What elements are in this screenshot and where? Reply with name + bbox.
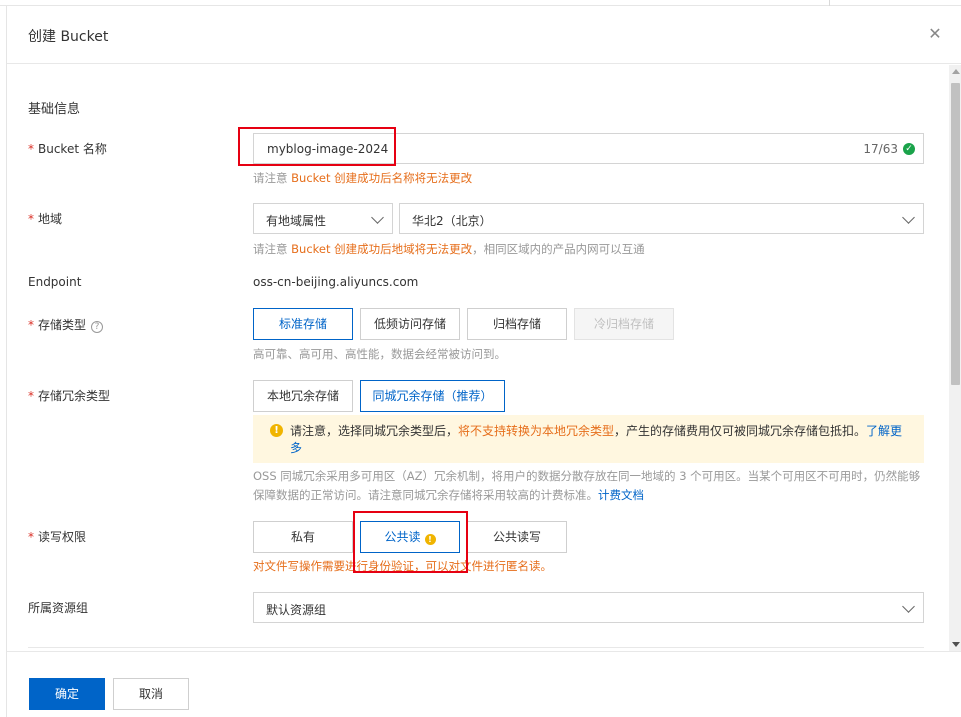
warning-icon: !	[424, 534, 436, 545]
scroll-down-icon[interactable]	[952, 642, 960, 647]
region-hint: 请注意 Bucket 创建成功后地域将无法更改，相同区域内的产品内网可以互通	[253, 242, 645, 256]
warning-icon: !	[270, 424, 283, 437]
storage-class-ia[interactable]: 低频访问存储	[360, 308, 460, 340]
resource-group-select[interactable]: 默认资源组	[253, 592, 924, 623]
region-hint-warning: Bucket 创建成功后地域将无法更改	[291, 242, 473, 256]
redundancy-lrs[interactable]: 本地冗余存储	[253, 380, 353, 412]
required-star: *	[28, 318, 34, 332]
dialog-header: 创建 Bucket ✕	[7, 6, 961, 64]
required-star: *	[28, 212, 34, 226]
storage-class-label: * 存储类型?	[28, 316, 104, 333]
acl-public-read-write[interactable]: 公共读写	[467, 521, 567, 553]
endpoint-value: oss-cn-beijing.aliyuncs.com	[253, 275, 419, 289]
help-icon[interactable]: ?	[91, 321, 104, 333]
acl-private[interactable]: 私有	[253, 521, 353, 553]
scroll-up-icon[interactable]	[952, 69, 960, 74]
required-star: *	[28, 389, 34, 403]
bucket-name-label: * Bucket 名称	[28, 142, 107, 156]
billing-doc-link[interactable]: 计费文档	[598, 488, 644, 502]
redundancy-notice-text: 请注意，选择同城冗余类型后，将不支持转换为本地冗余类型，产生的存储费用仅可被同城…	[290, 424, 903, 455]
dialog-footer: 确定 取消	[7, 651, 961, 717]
redundancy-label: * 存储冗余类型	[28, 389, 111, 403]
required-star: *	[28, 530, 34, 544]
cancel-button[interactable]: 取消	[113, 678, 189, 710]
bucket-name-hint: 请注意 Bucket 创建成功后名称将无法更改	[253, 171, 473, 185]
acl-label: * 读写权限	[28, 530, 87, 544]
create-bucket-dialog: 创建 Bucket ✕ 基础信息 * Bucket 名称 myblog-image…	[6, 6, 961, 717]
bucket-name-value: myblog-image-2024	[267, 142, 389, 156]
check-circle-icon: ✓	[903, 143, 915, 155]
resource-group-value: 默认资源组	[266, 603, 327, 617]
bucket-name-hint-warning: Bucket 创建成功后名称将无法更改	[291, 171, 473, 185]
dialog-title: 创建 Bucket	[28, 29, 109, 45]
region-attribute-value: 有地域属性	[266, 214, 327, 228]
required-star: *	[28, 142, 34, 156]
redundancy-zrs[interactable]: 同城冗余存储（推荐）	[360, 380, 505, 412]
acl-public-read[interactable]: 公共读!	[360, 521, 460, 553]
dialog-body: 基础信息 * Bucket 名称 myblog-image-2024 17/63 …	[7, 65, 949, 651]
vertical-scrollbar[interactable]	[949, 65, 961, 651]
section-title-basic-info: 基础信息	[28, 102, 81, 117]
chevron-down-icon	[902, 600, 915, 613]
section-divider	[28, 647, 924, 648]
scrollbar-thumb[interactable]	[951, 83, 960, 385]
endpoint-label: Endpoint	[28, 275, 82, 289]
close-icon[interactable]: ✕	[927, 26, 943, 42]
acl-warning: 对文件写操作需要进行身份验证，可以对文件进行匿名读。	[253, 559, 552, 573]
storage-class-standard[interactable]: 标准存储	[253, 308, 353, 340]
redundancy-description: OSS 同城冗余采用多可用区（AZ）冗余机制，将用户的数据分散存放在同一地域的 …	[253, 469, 921, 502]
region-label: * 地域	[28, 212, 63, 226]
redundancy-notice: ! 请注意，选择同城冗余类型后，将不支持转换为本地冗余类型，产生的存储费用仅可被…	[253, 415, 924, 463]
bucket-name-input[interactable]: myblog-image-2024 17/63 ✓	[253, 133, 924, 164]
storage-class-archive[interactable]: 归档存储	[467, 308, 567, 340]
confirm-button[interactable]: 确定	[29, 678, 105, 710]
storage-class-cold-archive: 冷归档存储	[574, 308, 674, 340]
chevron-down-icon	[902, 211, 915, 224]
region-attribute-select[interactable]: 有地域属性	[253, 203, 393, 234]
redundancy-notice-warning: 将不支持转换为本地冗余类型	[458, 424, 615, 438]
resource-group-label: 所属资源组	[28, 601, 89, 615]
storage-class-description: 高可靠、高可用、高性能，数据会经常被访问到。	[253, 347, 506, 361]
chevron-down-icon	[371, 211, 384, 224]
region-select[interactable]: 华北2（北京）	[399, 203, 924, 234]
bucket-name-char-count: 17/63	[863, 142, 898, 156]
region-value: 华北2（北京）	[412, 214, 492, 228]
